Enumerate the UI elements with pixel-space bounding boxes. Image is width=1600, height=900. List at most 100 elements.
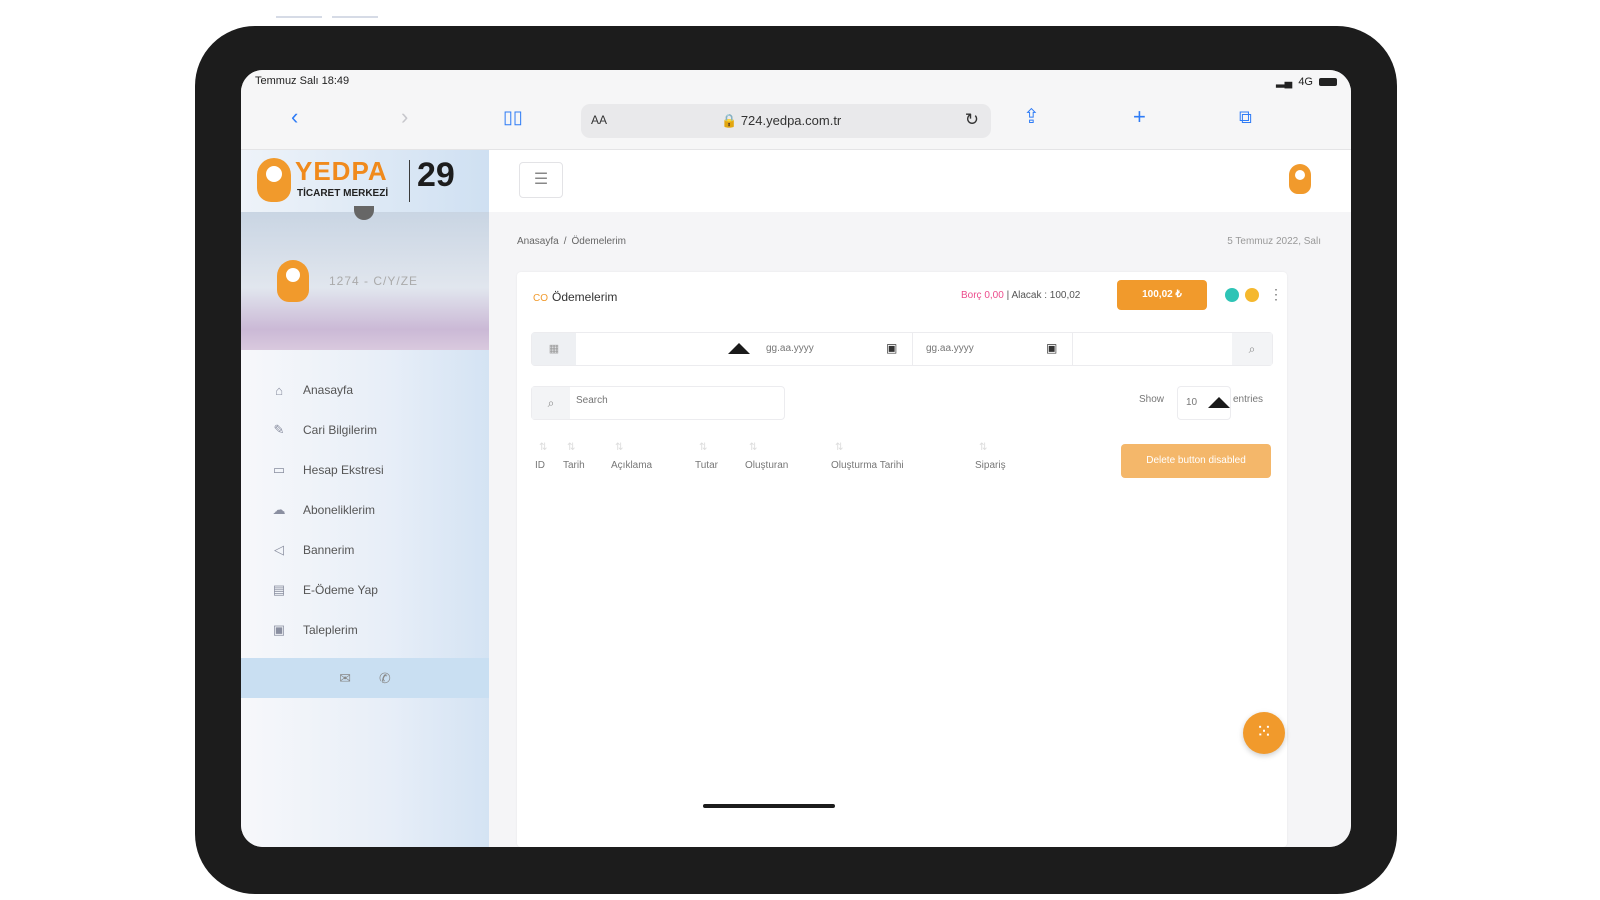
profile-panel: 1274 - C/Y/ZE	[241, 206, 489, 350]
column-header-tutar[interactable]: Tutar	[695, 442, 718, 471]
signal-icon: ▂▄	[1276, 76, 1293, 88]
sidebar-item-label: Aboneliklerim	[303, 503, 376, 517]
entries-value: 10	[1186, 397, 1198, 408]
sidebar-item-aboneliklerim[interactable]: ☁ Aboneliklerim	[241, 490, 489, 530]
sidebar-item-label: Cari Bilgilerim	[303, 423, 378, 437]
sidebar-item-e-odeme-yap[interactable]: ▤ E-Ödeme Yap	[241, 570, 489, 610]
balance-summary: Borç 0,00 | Alacak : 100,02	[961, 290, 1080, 301]
back-icon[interactable]: ‹	[291, 106, 298, 128]
sidebar-item-label: E-Ödeme Yap	[303, 583, 378, 597]
dropdown-caret-icon	[1208, 397, 1230, 408]
tabs-icon[interactable]: ⧉	[1239, 106, 1252, 128]
brand-logo[interactable]: YEDPA TİCARET MERKEZİ 29	[241, 150, 489, 212]
credit-card-icon: ▤	[272, 582, 286, 597]
main-content: ☰ Anasayfa / Ödemelerim 5 Temmuz 2022, Sal…	[489, 150, 1351, 847]
card-title-text: Ödemelerim	[552, 290, 618, 304]
sidebar-item-bannerim[interactable]: ◁ Bannerim	[241, 530, 489, 570]
column-header-tarih[interactable]: Tarih	[563, 442, 585, 471]
sidebar: YEDPA TİCARET MERKEZİ 29 1274 - C/Y/ZE ⌂…	[241, 150, 489, 847]
avatar-badge	[354, 206, 374, 220]
status-dot-green[interactable]	[1225, 288, 1239, 302]
text-size-button[interactable]: AA	[591, 113, 607, 127]
column-header-olusturma-tarihi[interactable]: Oluşturma Tarihi	[831, 442, 904, 471]
filter-search-button[interactable]: ⌕	[1232, 333, 1272, 365]
background-line	[332, 16, 378, 18]
user-logo-icon[interactable]	[1289, 164, 1311, 194]
column-header-aciklama[interactable]: Açıklama	[611, 442, 652, 471]
breadcrumb-current: Ödemelerim	[571, 236, 626, 247]
show-label: Show	[1139, 394, 1165, 405]
reader-icon[interactable]: ▯▯	[503, 106, 523, 128]
profile-logo-icon	[277, 260, 309, 302]
sidebar-menu: ⌂ Anasayfa ✎ Cari Bilgilerim ▭ Hesap Eks…	[241, 350, 489, 650]
date-picker-icon[interactable]: ▣	[1046, 341, 1057, 355]
current-date: 5 Temmuz 2022, Salı	[1227, 236, 1321, 247]
megaphone-icon: ◁	[274, 542, 284, 557]
top-bar: ☰	[489, 150, 1351, 212]
total-balance-button[interactable]: 100,02 ₺	[1117, 280, 1207, 310]
sidebar-footer: ✉ ✆	[241, 658, 489, 698]
entries-label: entries	[1233, 394, 1264, 405]
brand-divider	[409, 160, 410, 202]
mail-icon[interactable]: ✉	[339, 670, 351, 687]
payments-card: CO Ödemelerim Borç 0,00 | Alacak : 100,02…	[517, 272, 1287, 847]
tablet-screen: Temmuz Salı 18:49 ▂▄ 4G ‹ › ▯▯ AA 🔒 724.…	[241, 70, 1351, 847]
debt-amount: Borç 0,00	[961, 290, 1004, 301]
cloud-icon: ☁	[272, 502, 286, 517]
filter-divider	[912, 333, 913, 365]
phone-icon[interactable]: ✆	[379, 670, 391, 687]
sidebar-item-hesap-ekstresi[interactable]: ▭ Hesap Ekstresi	[241, 450, 489, 490]
column-header-siparis[interactable]: Sipariş	[975, 442, 1006, 471]
brand-name: YEDPA	[295, 156, 388, 186]
column-header-id[interactable]: ID	[535, 442, 547, 471]
url-text: 🔒 724.yedpa.com.tr	[721, 113, 842, 128]
background-line	[276, 16, 322, 18]
payments-icon: CO	[533, 293, 548, 304]
date-picker-icon[interactable]: ▣	[886, 341, 897, 355]
status-time: Temmuz Salı 18:49	[255, 75, 350, 87]
sidebar-item-anasayfa[interactable]: ⌂ Anasayfa	[241, 370, 489, 410]
reload-icon[interactable]: ↻	[965, 110, 979, 130]
entries-select[interactable]: 10	[1177, 386, 1231, 420]
breadcrumb: Anasayfa / Ödemelerim	[517, 236, 626, 247]
sidebar-item-label: Hesap Ekstresi	[303, 463, 384, 477]
apps-grid-button[interactable]: ⁙	[1243, 712, 1285, 754]
battery-icon	[1319, 77, 1337, 86]
table-search: ⌕	[531, 386, 785, 420]
status-bar: Temmuz Salı 18:49 ▂▄ 4G	[241, 70, 1351, 92]
browser-toolbar: ‹ › ▯▯ AA 🔒 724.yedpa.com.tr ↻ ⇪ + ⧉	[241, 92, 1351, 150]
status-dot-yellow[interactable]	[1245, 288, 1259, 302]
breadcrumb-home[interactable]: Anasayfa	[517, 236, 559, 247]
sidebar-item-label: Bannerim	[303, 543, 355, 557]
column-header-olusturan[interactable]: Oluşturan	[745, 442, 788, 471]
profile-name: 1274 - C/Y/ZE	[329, 274, 419, 288]
card-title: CO Ödemelerim	[533, 290, 617, 304]
home-icon: ⌂	[275, 382, 283, 398]
search-icon: ⌕	[532, 387, 570, 419]
table-header: ID Tarih Açıklama Tutar Oluşturan Oluştu…	[531, 440, 1111, 480]
filter-divider	[1072, 333, 1073, 365]
dropdown-caret-icon[interactable]	[728, 343, 750, 354]
sidebar-item-taleplerim[interactable]: ▣ Taleplerim	[241, 610, 489, 650]
ticket-icon: ▣	[272, 622, 286, 637]
credit-amount: Alacak : 100,02	[1011, 290, 1081, 301]
breadcrumb-separator: /	[563, 236, 567, 247]
sidebar-item-label: Anasayfa	[303, 383, 354, 397]
url-bar[interactable]: AA 🔒 724.yedpa.com.tr ↻	[581, 104, 991, 138]
delete-button: Delete button disabled	[1121, 444, 1271, 478]
sidebar-item-cari-bilgilerim[interactable]: ✎ Cari Bilgilerim	[241, 410, 489, 450]
money-icon: ▭	[272, 462, 286, 477]
home-indicator[interactable]	[703, 804, 835, 808]
new-tab-icon[interactable]: +	[1133, 106, 1146, 128]
pencil-icon: ✎	[273, 422, 285, 437]
date-to-input[interactable]: gg.aa.yyyy	[926, 343, 974, 354]
anniversary-badge: 29	[417, 156, 455, 194]
share-icon[interactable]: ⇪	[1023, 106, 1040, 128]
menu-toggle-button[interactable]: ☰	[519, 162, 563, 198]
yedpa-logo-icon	[257, 158, 291, 202]
date-from-input[interactable]: gg.aa.yyyy	[766, 343, 814, 354]
forward-icon[interactable]: ›	[401, 106, 408, 128]
search-input[interactable]	[576, 395, 776, 406]
more-options-icon[interactable]: ⋮	[1269, 286, 1283, 303]
calendar-icon: ▦	[532, 333, 576, 365]
